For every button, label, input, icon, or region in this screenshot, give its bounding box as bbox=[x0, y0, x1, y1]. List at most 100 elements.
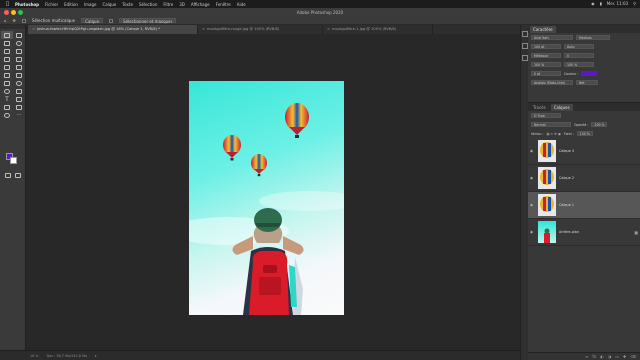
layer-row[interactable]: ◉ Arrière-plan ■ bbox=[528, 219, 640, 246]
menu-app-name[interactable]: Photoshop bbox=[15, 2, 39, 7]
crop-tool[interactable] bbox=[13, 47, 25, 55]
visibility-eye-icon[interactable]: ◉ bbox=[530, 203, 535, 207]
menu-item-file[interactable]: Fichier bbox=[45, 2, 58, 7]
move-tool[interactable] bbox=[1, 31, 13, 39]
close-tab-icon[interactable]: × bbox=[327, 27, 330, 31]
visibility-eye-icon[interactable]: ◉ bbox=[530, 149, 535, 153]
home-icon[interactable]: ⌂ bbox=[4, 18, 7, 23]
kerning-field[interactable]: Métrique bbox=[531, 53, 561, 58]
fill-field[interactable]: 100 % bbox=[576, 131, 593, 136]
more-tools[interactable]: ⋯ bbox=[13, 111, 25, 119]
opacity-field[interactable]: 100 % bbox=[591, 122, 608, 127]
gradient-tool[interactable] bbox=[1, 79, 13, 87]
lock-icon[interactable]: ■ bbox=[634, 230, 638, 235]
leading-field[interactable]: Auto bbox=[564, 44, 594, 49]
horizontal-scale-field[interactable]: 100 % bbox=[564, 62, 594, 67]
fx-icon[interactable]: fx bbox=[592, 354, 596, 359]
zoom-window-button[interactable] bbox=[18, 10, 23, 15]
eraser-tool[interactable] bbox=[13, 71, 25, 79]
move-tool-icon[interactable]: ✥ bbox=[13, 18, 16, 23]
path-select-tool[interactable] bbox=[13, 95, 25, 103]
menu-item-select[interactable]: Sélection bbox=[139, 2, 157, 7]
clock[interactable]: Mer. 11:03 bbox=[607, 1, 628, 6]
layer-row-selected[interactable]: ◉ Calque 1 bbox=[528, 192, 640, 219]
lasso-tool[interactable] bbox=[13, 39, 25, 47]
artboard-tool[interactable] bbox=[13, 31, 25, 39]
healing-tool[interactable] bbox=[13, 55, 25, 63]
dodge-tool[interactable] bbox=[1, 87, 13, 95]
canvas-area[interactable] bbox=[27, 34, 520, 350]
layer-name[interactable]: Calque 1 bbox=[559, 203, 574, 207]
marquee-tool[interactable] bbox=[1, 39, 13, 47]
lock-icons[interactable]: ▦ ✒ ✥ ▣ bbox=[546, 132, 560, 136]
visibility-eye-icon[interactable]: ◉ bbox=[530, 230, 535, 234]
eyedropper-tool[interactable] bbox=[1, 55, 13, 63]
show-transform-checkbox[interactable] bbox=[109, 18, 114, 23]
link-icon[interactable]: ∞ bbox=[585, 354, 588, 359]
close-tab-icon[interactable]: × bbox=[202, 27, 205, 31]
zoom-level[interactable]: 16 % bbox=[30, 354, 39, 358]
antialias-select[interactable]: Net bbox=[576, 80, 598, 85]
font-family-select[interactable]: Arial Italy bbox=[531, 35, 573, 40]
stamp-tool[interactable] bbox=[13, 63, 25, 71]
visibility-eye-icon[interactable]: ◉ bbox=[530, 176, 535, 180]
document-canvas[interactable] bbox=[189, 81, 344, 315]
blur-tool[interactable] bbox=[13, 79, 25, 87]
document-tab-2[interactable]: × montgolfière-rouge.jpg @ 100% (RVB/8) bbox=[198, 25, 323, 34]
layer-row[interactable]: ◉ Calque 3 bbox=[528, 138, 640, 165]
new-layer-icon[interactable]: ✚ bbox=[623, 354, 626, 359]
refine-button[interactable]: Sélectionner et masquer bbox=[119, 18, 177, 24]
mode-select[interactable]: Calque bbox=[81, 18, 104, 24]
menu-item-window[interactable]: Fenêtre bbox=[216, 2, 231, 7]
layer-row[interactable]: ◉ Calque 2 bbox=[528, 165, 640, 192]
type-tool[interactable]: T bbox=[1, 95, 13, 103]
tracking-field[interactable]: 0 bbox=[564, 53, 594, 58]
font-style-select[interactable]: Medium bbox=[576, 35, 610, 40]
shape-tool[interactable] bbox=[1, 103, 13, 111]
menu-item-layer[interactable]: Calque bbox=[103, 2, 117, 7]
menu-item-help[interactable]: Aide bbox=[237, 2, 246, 7]
battery-icon[interactable]: ▮ bbox=[600, 1, 602, 6]
tab-layers[interactable]: Calques bbox=[550, 103, 573, 111]
menu-item-image[interactable]: Image bbox=[84, 2, 97, 7]
blend-mode-select[interactable]: Normal bbox=[531, 122, 571, 127]
menu-item-3d[interactable]: 3D bbox=[179, 2, 185, 7]
layer-filter-select[interactable]: Q Type bbox=[531, 113, 561, 118]
layer-name[interactable]: Arrière-plan bbox=[559, 230, 579, 234]
history-brush-tool[interactable] bbox=[1, 71, 13, 79]
minimize-window-button[interactable] bbox=[11, 10, 16, 15]
menu-item-type[interactable]: Texte bbox=[122, 2, 133, 7]
quick-select-tool[interactable] bbox=[1, 47, 13, 55]
folder-icon[interactable]: ▭ bbox=[615, 354, 619, 359]
hand-tool[interactable] bbox=[13, 103, 25, 111]
font-size-field[interactable]: 100 pt bbox=[531, 44, 561, 49]
status-arrow-icon[interactable]: ▸ bbox=[95, 354, 97, 358]
sample-all-checkbox[interactable] bbox=[21, 18, 26, 23]
tab-character[interactable]: Caractère bbox=[530, 25, 556, 33]
adjustment-icon[interactable]: ◑ bbox=[608, 354, 612, 359]
document-info[interactable]: Doc : 56,7 Mo/242,8 Mo bbox=[47, 354, 87, 358]
brush-tool[interactable] bbox=[1, 63, 13, 71]
apple-icon[interactable]:  bbox=[6, 1, 9, 7]
screen-mode-button[interactable] bbox=[12, 171, 24, 179]
layer-name[interactable]: Calque 3 bbox=[559, 149, 574, 153]
zoom-tool[interactable] bbox=[1, 111, 13, 119]
tab-paths[interactable]: Tracés bbox=[530, 104, 549, 111]
layer-name[interactable]: Calque 2 bbox=[559, 176, 574, 180]
close-tab-icon[interactable]: × bbox=[32, 27, 35, 31]
mask-icon[interactable]: ◐ bbox=[600, 354, 604, 359]
background-color-swatch[interactable] bbox=[10, 157, 17, 164]
trash-icon[interactable]: ⌫ bbox=[630, 354, 636, 359]
close-window-button[interactable] bbox=[4, 10, 9, 15]
menu-item-filter[interactable]: Filtre bbox=[163, 2, 173, 7]
text-color-swatch[interactable] bbox=[581, 71, 598, 76]
pen-tool[interactable] bbox=[13, 87, 25, 95]
menu-item-view[interactable]: Affichage bbox=[191, 2, 210, 7]
baseline-shift-field[interactable]: 0 pt bbox=[531, 71, 561, 76]
document-tab-3[interactable]: × montgolfière-1.jpg @ 100% (RVB/8) bbox=[323, 25, 433, 34]
search-icon[interactable]: ⚲ bbox=[633, 1, 636, 6]
menu-item-edit[interactable]: Edition bbox=[64, 2, 78, 7]
wifi-icon[interactable]: ◉ bbox=[591, 1, 595, 6]
document-tab-1[interactable]: × joshua-fowler-HEnhpQ2tPgI-unsplash.jpg … bbox=[28, 25, 198, 34]
language-select[interactable]: Anglais (Etats-Unis) bbox=[531, 80, 573, 85]
